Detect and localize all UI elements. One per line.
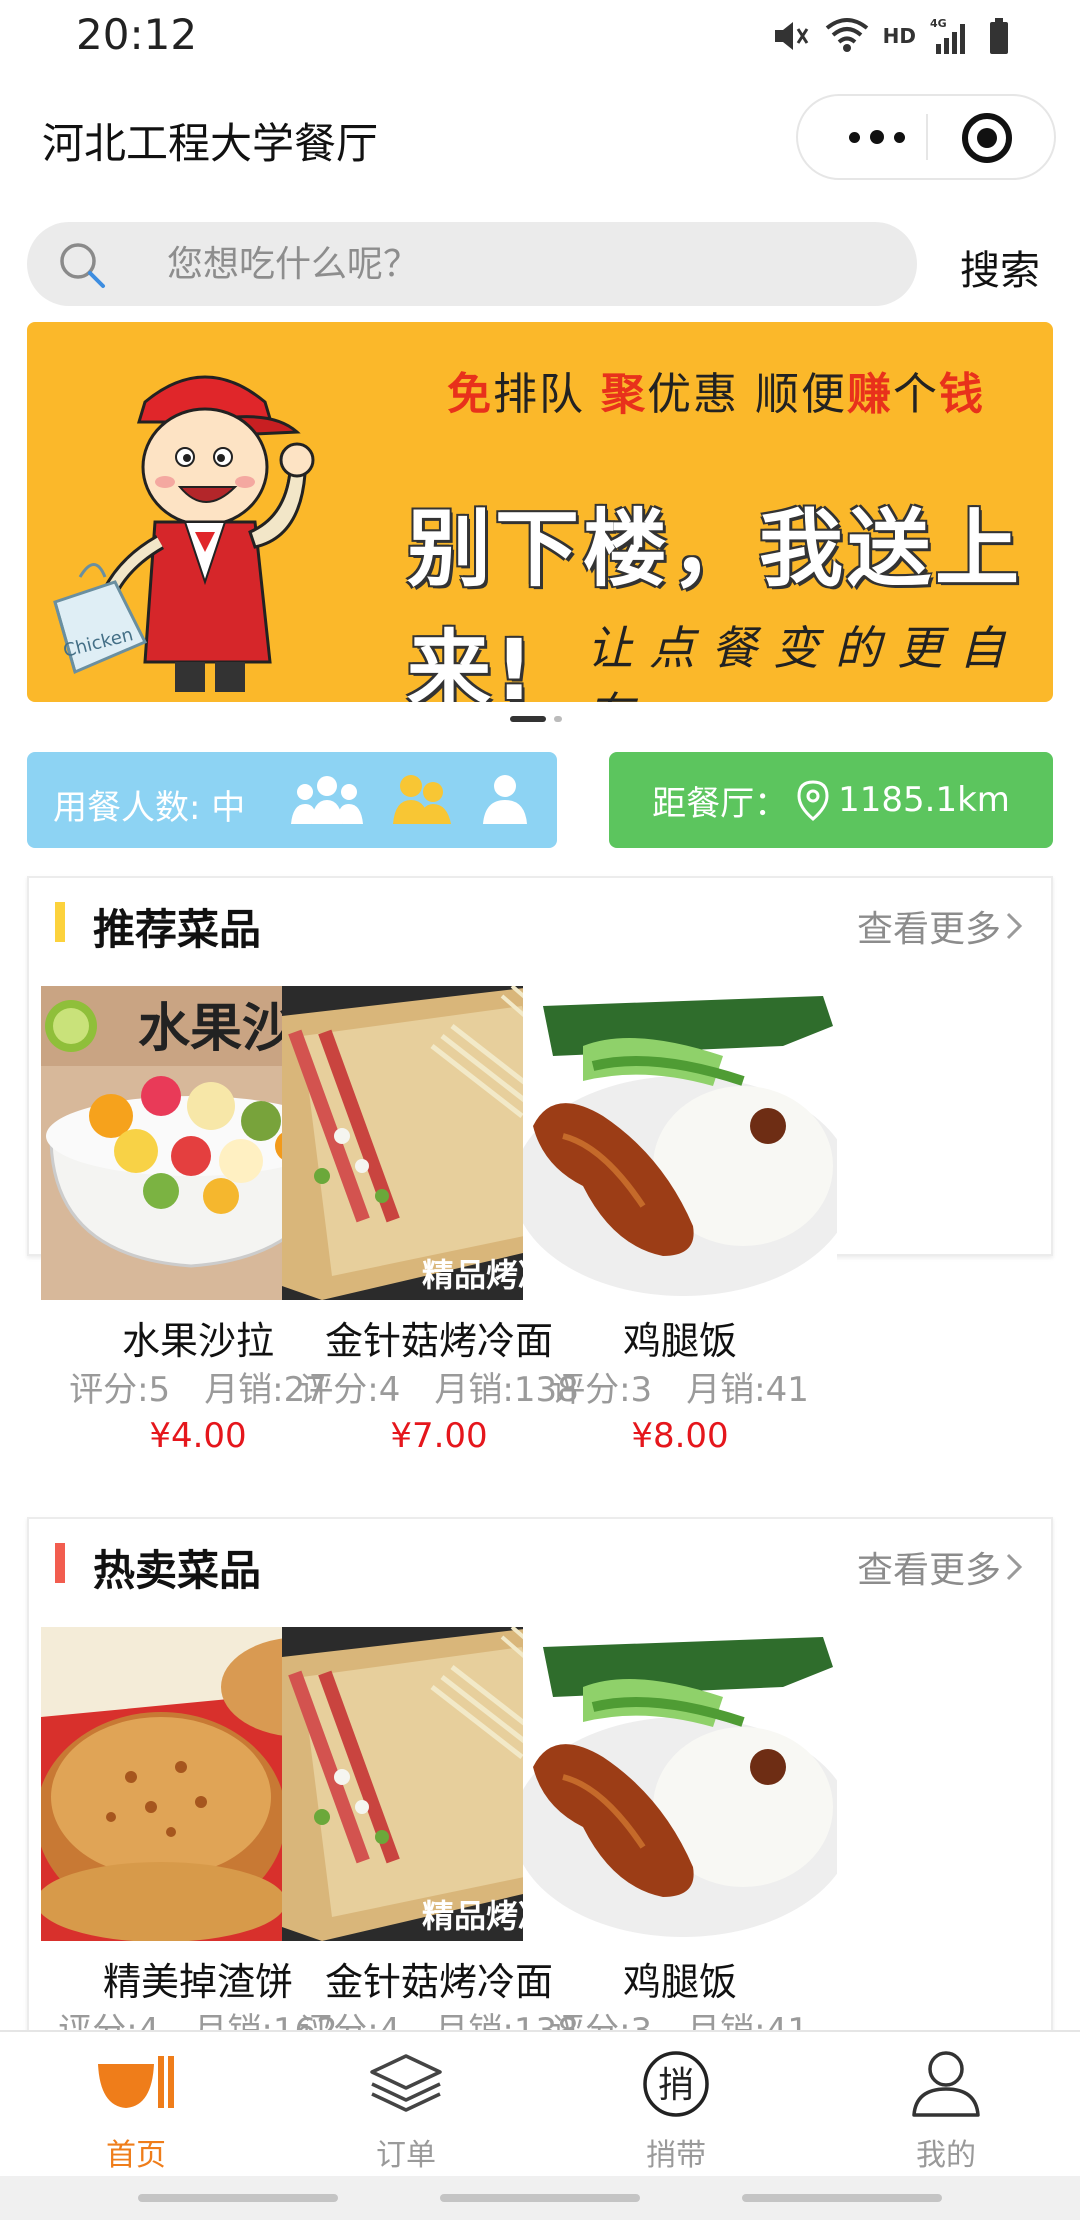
hot-section: 热卖菜品 查看更多 精美掉渣饼 评分:4月销:162 <box>27 1517 1053 2077</box>
search-button[interactable]: 搜索 <box>960 238 1040 296</box>
view-more-link[interactable]: 查看更多 <box>857 1541 1023 1593</box>
close-miniprogram-icon[interactable] <box>962 113 1012 163</box>
distance-card[interactable]: 距餐厅： 1185.1km <box>609 752 1053 848</box>
nav-bar: 河北工程大学餐厅 <box>0 72 1080 202</box>
section-title: 推荐菜品 <box>93 905 262 954</box>
signal-4g-label: 4G <box>930 17 947 30</box>
signal-icon: 4G <box>930 17 965 54</box>
section-accent-bar <box>55 1543 65 1583</box>
miniprogram-capsule <box>796 94 1056 180</box>
more-dot-icon <box>894 131 905 143</box>
mute-icon <box>774 22 808 50</box>
battery-icon <box>990 18 1008 54</box>
tab-label: 捎带 <box>646 2138 706 2173</box>
capsule-divider <box>926 114 928 160</box>
system-gesture-bar <box>0 2176 1080 2220</box>
slogan-text: 优惠 顺便 <box>647 369 847 420</box>
banner-subtitle: 让点餐变的更自在 <box>587 621 1021 702</box>
indicator-dot-active[interactable] <box>510 716 546 722</box>
indicator-dot[interactable] <box>554 716 562 722</box>
slogan-highlight: 钱 <box>939 369 985 420</box>
tab-home[interactable]: 首页 <box>56 2046 216 2174</box>
chicken-leg-rice-image <box>523 1627 837 1941</box>
shaodai-glyph: 捎 <box>658 2065 694 2106</box>
slogan-highlight: 聚 <box>601 369 647 420</box>
hd-indicator: HD <box>882 24 916 48</box>
dish-photo[interactable] <box>523 986 837 1300</box>
delivery-mascot-illustration: Chicken <box>53 375 315 692</box>
dish-sales: 月销:41 <box>686 1370 809 1410</box>
slogan-highlight: 赚 <box>847 369 893 420</box>
bottom-tab-bar: 首页 订单 捎 捎带 我的 <box>0 2030 1080 2176</box>
dish-price: ¥8.00 <box>631 1416 729 1456</box>
layers-icon <box>370 2054 442 2112</box>
group-people-icon[interactable] <box>289 772 365 828</box>
view-more-link[interactable]: 查看更多 <box>857 900 1023 952</box>
dish-rating: 评分:3 <box>551 1370 653 1410</box>
search-bar[interactable] <box>27 222 917 306</box>
more-menu-button[interactable] <box>832 96 922 178</box>
bowl-icon <box>98 2056 174 2108</box>
diner-count-label: 用餐人数: 中 <box>53 788 246 828</box>
search-input[interactable] <box>167 232 867 296</box>
dish-meta: 评分:3 月销:41 <box>523 1362 837 1412</box>
location-pin-icon <box>797 780 829 821</box>
view-more-label: 查看更多 <box>856 1550 1001 1591</box>
page-title: 河北工程大学餐厅 <box>42 119 379 168</box>
dish-rating: 评分:4 <box>299 1370 401 1410</box>
view-more-label: 查看更多 <box>856 909 1001 950</box>
slogan-text: 个 <box>893 369 939 420</box>
slogan-highlight: 免 <box>447 369 493 420</box>
dish-card[interactable]: 鸡腿饭 评分:3 月销:41 ¥8.00 <box>523 986 837 1456</box>
chicken-leg-rice-image <box>523 986 837 1300</box>
more-dot-icon <box>870 130 884 144</box>
dish-card[interactable]: 鸡腿饭 评分:3月销:41 <box>523 1627 837 2053</box>
dish-photo[interactable] <box>523 1627 837 1941</box>
status-bar: 20:12 HD 4G <box>0 0 1080 72</box>
status-time: 20:12 <box>76 10 198 59</box>
shaodai-icon: 捎 <box>643 2051 709 2117</box>
home-content: 搜索 <box>0 202 1080 2077</box>
user-icon <box>912 2051 980 2117</box>
distance-label: 距餐厅： <box>652 783 789 824</box>
banner-slogan: 免排队 聚优惠 顺便赚个钱 <box>447 358 985 422</box>
promo-banner[interactable]: Chicken 免排队 聚优惠 顺便赚个钱 别下楼，我送上来! 让点餐变的更自在 <box>27 322 1053 702</box>
two-people-icon[interactable] <box>389 772 455 828</box>
distance-value: 1185.1km <box>838 780 1010 820</box>
status-icons: HD 4G <box>771 14 1010 58</box>
diner-count-card[interactable]: 用餐人数: 中 <box>27 752 557 848</box>
gesture-pill <box>742 2194 942 2202</box>
banner-indicator <box>510 716 562 722</box>
gesture-pill <box>138 2194 338 2202</box>
dish-rating: 评分:5 <box>69 1370 171 1410</box>
dish-name: 鸡腿饭 <box>622 1960 737 2004</box>
tab-label: 我的 <box>916 2138 976 2173</box>
dish-name: 鸡腿饭 <box>622 1319 737 1363</box>
single-person-icon[interactable] <box>477 772 533 828</box>
wifi-icon <box>825 18 868 52</box>
section-title: 热卖菜品 <box>93 1546 262 1595</box>
tab-orders[interactable]: 订单 <box>326 2046 486 2174</box>
gesture-pill <box>440 2194 640 2202</box>
chevron-right-icon <box>1006 912 1023 940</box>
slogan-text: 排队 <box>493 369 601 420</box>
tab-label: 订单 <box>376 2138 436 2173</box>
recommended-section: 推荐菜品 查看更多 水果沙拉 水果沙拉 评分:5 月销:27 ¥4.00 精品烤… <box>27 876 1053 1456</box>
tab-profile[interactable]: 我的 <box>866 2046 1026 2174</box>
more-dot-icon <box>849 131 860 143</box>
section-accent-bar <box>55 902 65 942</box>
tab-label: 首页 <box>106 2138 166 2173</box>
tab-errand[interactable]: 捎 捎带 <box>596 2046 756 2174</box>
chevron-right-icon <box>1006 1553 1023 1581</box>
search-icon <box>60 243 105 288</box>
